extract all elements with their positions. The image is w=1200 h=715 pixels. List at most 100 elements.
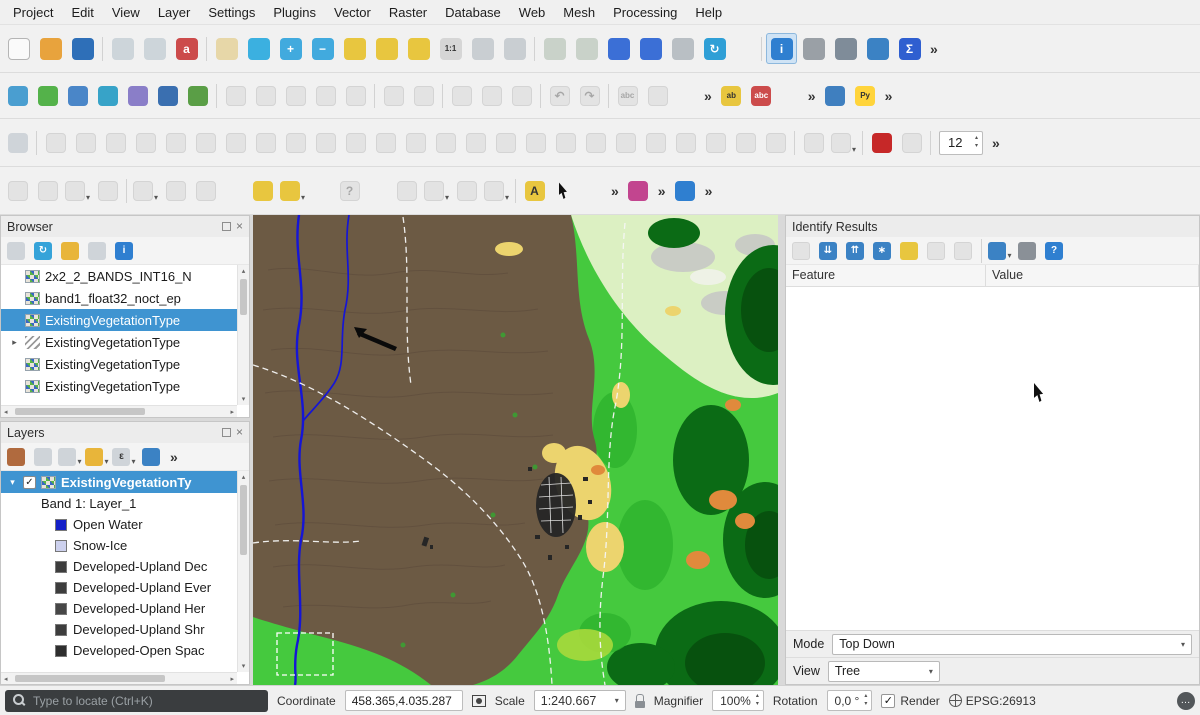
filter-browser-button[interactable] (58, 239, 82, 263)
open-layer-styling-button[interactable] (4, 445, 28, 469)
menu-view[interactable]: View (103, 2, 149, 23)
menu-vector[interactable]: Vector (325, 2, 380, 23)
metasearch-button[interactable] (821, 81, 850, 110)
collapse-tree-button[interactable]: ⇈ (843, 239, 867, 263)
browser-item[interactable]: ExistingVegetationType (1, 353, 237, 375)
statistical-summary-button[interactable] (798, 33, 829, 64)
float-panel-icon[interactable] (222, 222, 231, 231)
expand-collapse-tree-button[interactable] (139, 445, 163, 469)
identify-results-body[interactable] (786, 287, 1199, 630)
duplicate-layer-button[interactable] (248, 176, 277, 205)
menu-edit[interactable]: Edit (62, 2, 102, 23)
browser-item[interactable]: ExistingVegetationType (1, 375, 237, 397)
menu-web[interactable]: Web (510, 2, 555, 23)
layer-item[interactable]: ▾✓ExistingVegetationTy (1, 471, 237, 493)
scroll-thumb[interactable] (15, 408, 145, 415)
menu-raster[interactable]: Raster (380, 2, 436, 23)
spinner-arrows[interactable]: ▴▾ (975, 135, 978, 150)
identify-settings-button[interactable] (1015, 239, 1039, 263)
scroll-thumb[interactable] (240, 279, 247, 315)
value-column-header[interactable]: Value (986, 265, 1199, 286)
new-print-layout-button[interactable] (107, 33, 138, 64)
refresh-browser-button[interactable]: ↻ (31, 239, 55, 263)
toolbar-overflow-chevron[interactable]: » (881, 88, 897, 104)
float-panel-icon[interactable] (222, 428, 231, 437)
coordinate-input[interactable] (352, 694, 456, 708)
browser-item[interactable]: ExistingVegetationType (1, 309, 237, 331)
save-project-button[interactable] (67, 33, 98, 64)
new-project-button[interactable] (3, 33, 34, 64)
zoom-in-button[interactable]: + (275, 33, 306, 64)
new-spatial-bookmark-button[interactable] (603, 33, 634, 64)
locate-input[interactable] (33, 694, 260, 708)
spin-up-icon[interactable]: ▴ (756, 693, 759, 701)
add-selected-layers-button[interactable] (4, 239, 28, 263)
options-button[interactable] (830, 33, 861, 64)
add-raster-layer-button[interactable] (63, 81, 92, 110)
show-spatial-bookmarks-button[interactable] (635, 33, 666, 64)
properties-widget-button[interactable]: i (112, 239, 136, 263)
expand-new-results-button[interactable]: ∗ (870, 239, 894, 263)
menu-database[interactable]: Database (436, 2, 510, 23)
menu-mesh[interactable]: Mesh (554, 2, 604, 23)
panel-overflow-chevron[interactable]: » (166, 449, 182, 465)
refresh-map-button[interactable]: ↻ (699, 33, 730, 64)
style-manager-button[interactable]: a (171, 33, 202, 64)
menu-project[interactable]: Project (4, 2, 62, 23)
scroll-right-icon[interactable]: ▸ (230, 408, 234, 416)
pan-map-button[interactable] (211, 33, 242, 64)
scroll-down-icon[interactable]: ▾ (242, 395, 246, 403)
feature-column-header[interactable]: Feature (786, 265, 986, 286)
clear-results-button[interactable] (897, 239, 921, 263)
rotation-spinbox[interactable]: 0,0 ° ▴ ▾ (827, 690, 873, 711)
pin-labels-button[interactable]: ab (717, 81, 746, 110)
snapping-options-button[interactable] (867, 128, 896, 157)
sum-features-button[interactable]: Σ (894, 33, 925, 64)
menu-layer[interactable]: Layer (149, 2, 200, 23)
view-select[interactable]: Tree ▾ (828, 661, 940, 682)
temporal-controller-button[interactable] (667, 33, 698, 64)
locate-box[interactable] (5, 690, 268, 712)
show-layout-manager-button[interactable] (139, 33, 170, 64)
crs-status-button[interactable]: EPSG:26913 (949, 694, 1036, 708)
metasearch-catalog-button[interactable] (671, 176, 700, 205)
scroll-down-icon[interactable]: ▾ (242, 662, 246, 670)
add-virtual-layer-button[interactable] (183, 81, 212, 110)
mode-select[interactable]: Top Down ▾ (832, 634, 1192, 655)
expander-icon[interactable]: ▾ (7, 477, 18, 488)
coordinate-field[interactable] (345, 690, 463, 711)
scroll-up-icon[interactable]: ▴ (242, 267, 246, 275)
map-canvas[interactable] (253, 215, 778, 685)
spinner-arrows[interactable]: ▴ ▾ (864, 693, 867, 708)
spin-down-icon[interactable]: ▾ (756, 701, 759, 709)
close-panel-icon[interactable]: × (236, 222, 243, 231)
zoom-next-button[interactable] (499, 33, 530, 64)
messages-icon[interactable]: … (1177, 692, 1195, 710)
toolbar-overflow-chevron[interactable]: » (701, 183, 717, 199)
snapping-tolerance-spinbox[interactable]: 12▴▾ (939, 131, 983, 155)
scale-select[interactable]: 1:240.667 ▾ (534, 690, 626, 711)
move-layer-button[interactable]: ▾ (278, 176, 307, 205)
magnifier-spinbox[interactable]: 100% ▴ ▾ (712, 690, 764, 711)
zoom-full-extent-button[interactable] (339, 33, 370, 64)
scroll-up-icon[interactable]: ▴ (242, 473, 246, 481)
render-checkbox[interactable]: ✓ (881, 694, 895, 708)
label-toolbar-button[interactable]: A (520, 176, 549, 205)
zoom-last-button[interactable] (467, 33, 498, 64)
menu-help[interactable]: Help (686, 2, 731, 23)
add-delimited-text-layer-button[interactable] (123, 81, 152, 110)
identify-help-button[interactable]: ? (1042, 239, 1066, 263)
scroll-left-icon[interactable]: ◂ (4, 675, 8, 683)
zoom-native-button[interactable]: 1:1 (435, 33, 466, 64)
filter-by-expression-button[interactable]: ε▾ (112, 445, 136, 469)
toolbar-overflow-chevron[interactable]: » (700, 88, 716, 104)
scroll-thumb[interactable] (240, 485, 247, 555)
spin-down-icon[interactable]: ▾ (864, 701, 867, 709)
scroll-left-icon[interactable]: ◂ (4, 408, 8, 416)
zoom-out-button[interactable]: − (307, 33, 338, 64)
new-map-view-button[interactable] (539, 33, 570, 64)
add-group-button[interactable] (31, 445, 55, 469)
manage-map-themes-button[interactable]: ▾ (58, 445, 82, 469)
pan-to-selection-button[interactable] (243, 33, 274, 64)
collapse-all-button[interactable] (85, 239, 109, 263)
